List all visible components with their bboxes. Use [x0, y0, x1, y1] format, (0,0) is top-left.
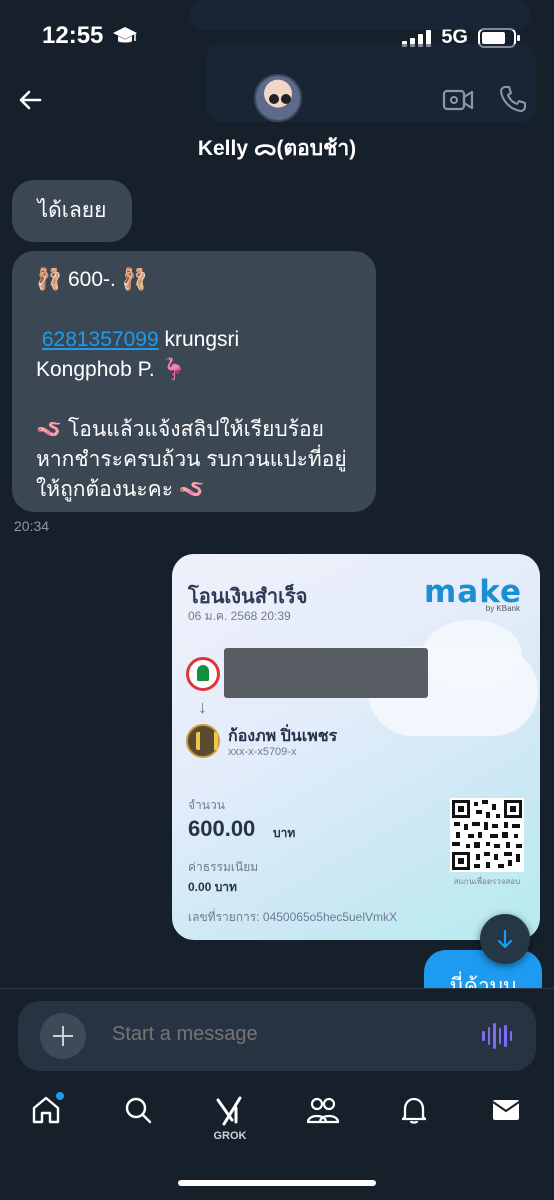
message-line: 🪱 โอนแล้วแจ้งสลิปให้เรียบร้อย — [36, 418, 324, 441]
qr-caption: สแกนเพื่อตรวจสอบ — [453, 877, 521, 886]
home-indicator — [178, 1180, 376, 1186]
chat-header: Kelly ᯅ(ตอบช้า) — [0, 70, 554, 170]
message-bubble-incoming[interactable]: ได้เลยย — [12, 180, 132, 242]
krungsri-icon — [186, 724, 220, 758]
transfer-arrow-icon: ↓ — [198, 697, 207, 717]
bottom-tab-bar: GROK — [0, 1090, 554, 1150]
receipt-date: 06 ม.ค. 2568 20:39 — [188, 609, 291, 623]
notification-dot — [56, 1092, 64, 1100]
fee-value: 0.00 บาท — [188, 880, 237, 894]
video-call-icon[interactable] — [442, 86, 474, 114]
back-arrow-icon[interactable] — [14, 84, 46, 116]
tab-home[interactable] — [26, 1090, 66, 1146]
tab-grok[interactable]: GROK — [210, 1090, 250, 1146]
fee-label: ค่าธรรมเนียม — [188, 860, 259, 874]
bell-icon — [401, 1097, 427, 1124]
background-overlay — [190, 0, 530, 30]
message-line: หากชำระครบถ้วน รบกวนแปะที่อยู่ — [36, 448, 347, 471]
communities-icon — [306, 1097, 340, 1124]
grok-label: GROK — [213, 1130, 247, 1142]
amount-unit: บาท — [273, 826, 296, 840]
message-line: 6281357099 krungsri — [36, 325, 352, 355]
kbank-icon — [186, 657, 220, 691]
search-icon — [125, 1097, 152, 1124]
amount-label: จำนวน — [188, 798, 225, 812]
tab-notifications[interactable] — [394, 1090, 434, 1146]
amount-value: 600.00 — [188, 816, 256, 841]
avatar[interactable] — [254, 74, 302, 122]
tab-communities[interactable] — [302, 1090, 342, 1146]
bank-name: krungsri — [158, 328, 240, 351]
mail-icon — [492, 1100, 520, 1120]
message-line: ให้ถูกต้องนะคะ 🪱 — [36, 478, 205, 501]
make-logo-sub: by KBank — [485, 604, 520, 613]
graduation-cap-icon — [113, 27, 137, 43]
voice-message-icon[interactable] — [482, 1021, 512, 1051]
message-line: 🩰 600-. 🩰 — [36, 268, 148, 291]
reference-number: เลขที่รายการ: 0450065o5hec5uelVmkX — [188, 910, 398, 924]
account-number-link[interactable]: 6281357099 — [42, 328, 159, 351]
tab-messages[interactable] — [486, 1090, 526, 1146]
add-media-button[interactable] — [40, 1013, 86, 1059]
message-input[interactable] — [112, 1023, 412, 1046]
tab-search[interactable] — [118, 1090, 158, 1146]
transfer-receipt-image[interactable]: โอนเงินสำเร็จ 06 ม.ค. 2568 20:39 make by… — [172, 554, 540, 940]
message-line: Kongphob P. 🦩 — [36, 358, 187, 381]
recipient-account: xxx-x-x5709-x — [228, 746, 297, 758]
phone-icon[interactable] — [498, 84, 528, 114]
message-bubble-incoming[interactable]: 🩰 600-. 🩰 6281357099 krungsri Kongphob P… — [12, 251, 376, 512]
arrow-down-icon — [497, 929, 513, 949]
qr-code — [450, 798, 524, 872]
status-time: 12:55 — [42, 22, 104, 49]
redacted-sender — [224, 648, 428, 698]
scroll-to-bottom-button[interactable] — [480, 914, 530, 964]
message-composer — [18, 1001, 536, 1071]
contact-name[interactable]: Kelly ᯅ(ตอบช้า) — [0, 132, 554, 165]
message-timestamp: 20:34 — [14, 518, 50, 534]
grok-icon — [216, 1096, 242, 1126]
